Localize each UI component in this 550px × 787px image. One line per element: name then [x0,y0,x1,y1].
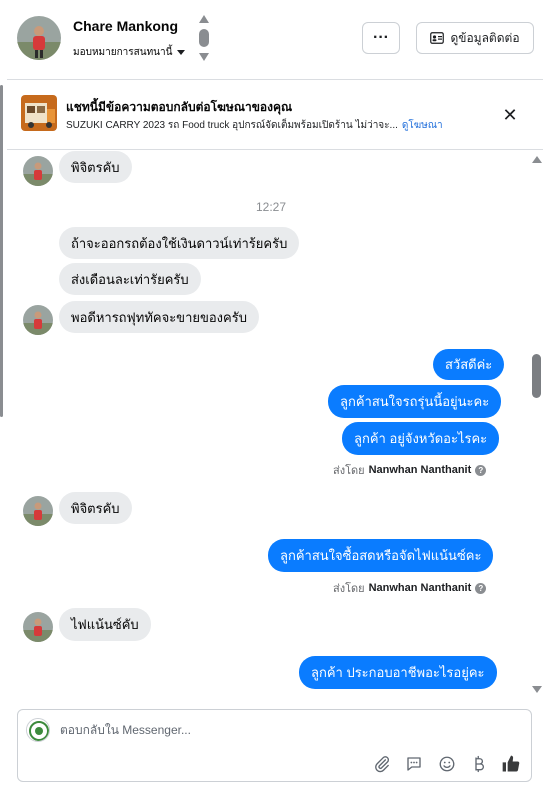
scrollbar-thumb[interactable] [532,354,541,398]
view-ad-link[interactable]: ดูโฆษณา [402,120,443,131]
help-icon[interactable]: ? [475,464,487,476]
ad-banner-title: แชทนี้มีข้อความตอบกลับต่อโฆษณาของคุณ [66,100,293,114]
scroll-down-icon[interactable] [532,686,542,693]
incoming-message-bubble[interactable]: พิจิตรคับ [59,151,132,183]
baht-payment-icon[interactable] [468,753,490,775]
contact-avatar-small[interactable] [23,612,53,642]
contact-avatar-small[interactable] [23,496,53,526]
ad-description-text: SUZUKI CARRY 2023 รถ Food truck อุปกรณ์จ… [66,120,398,131]
message-thread: พิจิตรคับ 12:27 ถ้าจะออกรถต้องใช้เงินดาว… [7,151,543,696]
outgoing-message-bubble[interactable]: ลูกค้าสนใจซื้อสดหรือจัดไฟแน้นซ์คะ [268,539,494,572]
ad-thumbnail[interactable] [21,95,57,131]
agent-name: Nanwhan Nanthanit [368,582,472,594]
caret-down-icon [177,50,186,55]
thumbs-up-icon[interactable] [500,753,522,775]
incoming-message-bubble[interactable]: ถ้าจะออกรถต้องใช้เงินดาวน์เท่าร้ยครับ [59,227,300,259]
assign-conversation-dropdown[interactable]: มอบหมายการสนทนานี้ [73,45,186,60]
assign-label: มอบหมายการสนทนานี้ [73,47,173,58]
left-scrollbar-thumb[interactable] [0,85,3,417]
conversation-header: Chare Mankong มอบหมายการสนทนานี้ ··· ดูข… [7,0,543,80]
help-icon[interactable]: ? [475,582,487,594]
incoming-message-bubble[interactable]: ไฟแน้นซ์คับ [59,608,151,641]
contact-avatar-small[interactable] [23,156,53,186]
page-logo-avatar [26,718,50,742]
ad-reply-banner: แชทนี้มีข้อความตอบกลับต่อโฆษณาของคุณ SUZ… [7,80,543,150]
sent-by-prefix: ส่งโดย [333,465,365,477]
contact-info-button[interactable]: ดูข้อมูลติดต่อ [416,22,534,54]
contact-card-icon [430,32,445,44]
outgoing-message-bubble[interactable]: ลูกค้า ประกอบอาชีพอะไรอยู่คะ [299,656,497,689]
outgoing-message-bubble[interactable]: สวัสดีค่ะ [433,349,505,380]
reply-composer [17,709,532,782]
contact-name[interactable]: Chare Mankong [73,18,178,34]
agent-name: Nanwhan Nanthanit [368,464,472,476]
conversation-navigation[interactable] [197,15,211,63]
emoji-icon[interactable] [436,753,458,775]
outgoing-message-bubble[interactable]: ลูกค้า อยู่จังหวัดอะไรคะ [342,422,500,455]
sent-by-label: ส่งโดย Nanwhan Nanthanit ? [333,461,487,479]
message-input[interactable] [60,720,500,740]
more-icon: ··· [373,29,389,46]
arrow-up-icon[interactable] [199,15,209,23]
ad-banner-description: SUZUKI CARRY 2023 รถ Food truck อุปกรณ์จ… [66,118,443,133]
incoming-message-bubble[interactable]: ส่งเดือนละเท่ารัยครับ [59,263,201,295]
contact-info-label: ดูข้อมูลติดต่อ [450,30,520,45]
scroll-up-icon[interactable] [532,156,542,163]
outgoing-message-bubble[interactable]: ลูกค้าสนใจรถรุ่นนี้อยู่นะคะ [328,385,502,418]
contact-avatar-small[interactable] [23,305,53,335]
more-options-button[interactable]: ··· [362,22,400,54]
contact-avatar[interactable] [17,16,61,60]
incoming-message-bubble[interactable]: พิจิตรคับ [59,492,132,524]
incoming-message-bubble[interactable]: พอดีหารถฟุททัคจะขายของครับ [59,301,259,333]
arrow-down-icon[interactable] [199,53,209,61]
sent-by-label: ส่งโดย Nanwhan Nanthanit ? [333,579,487,597]
left-scrollbar[interactable] [0,0,3,787]
message-timestamp: 12:27 [255,200,287,214]
thread-scrollbar[interactable] [531,151,543,696]
attachment-icon[interactable] [371,753,393,775]
sent-by-prefix: ส่งโดย [333,583,365,595]
close-icon[interactable]: ✕ [499,104,521,126]
saved-replies-icon[interactable] [403,753,425,775]
scroll-handle-icon [199,29,209,47]
